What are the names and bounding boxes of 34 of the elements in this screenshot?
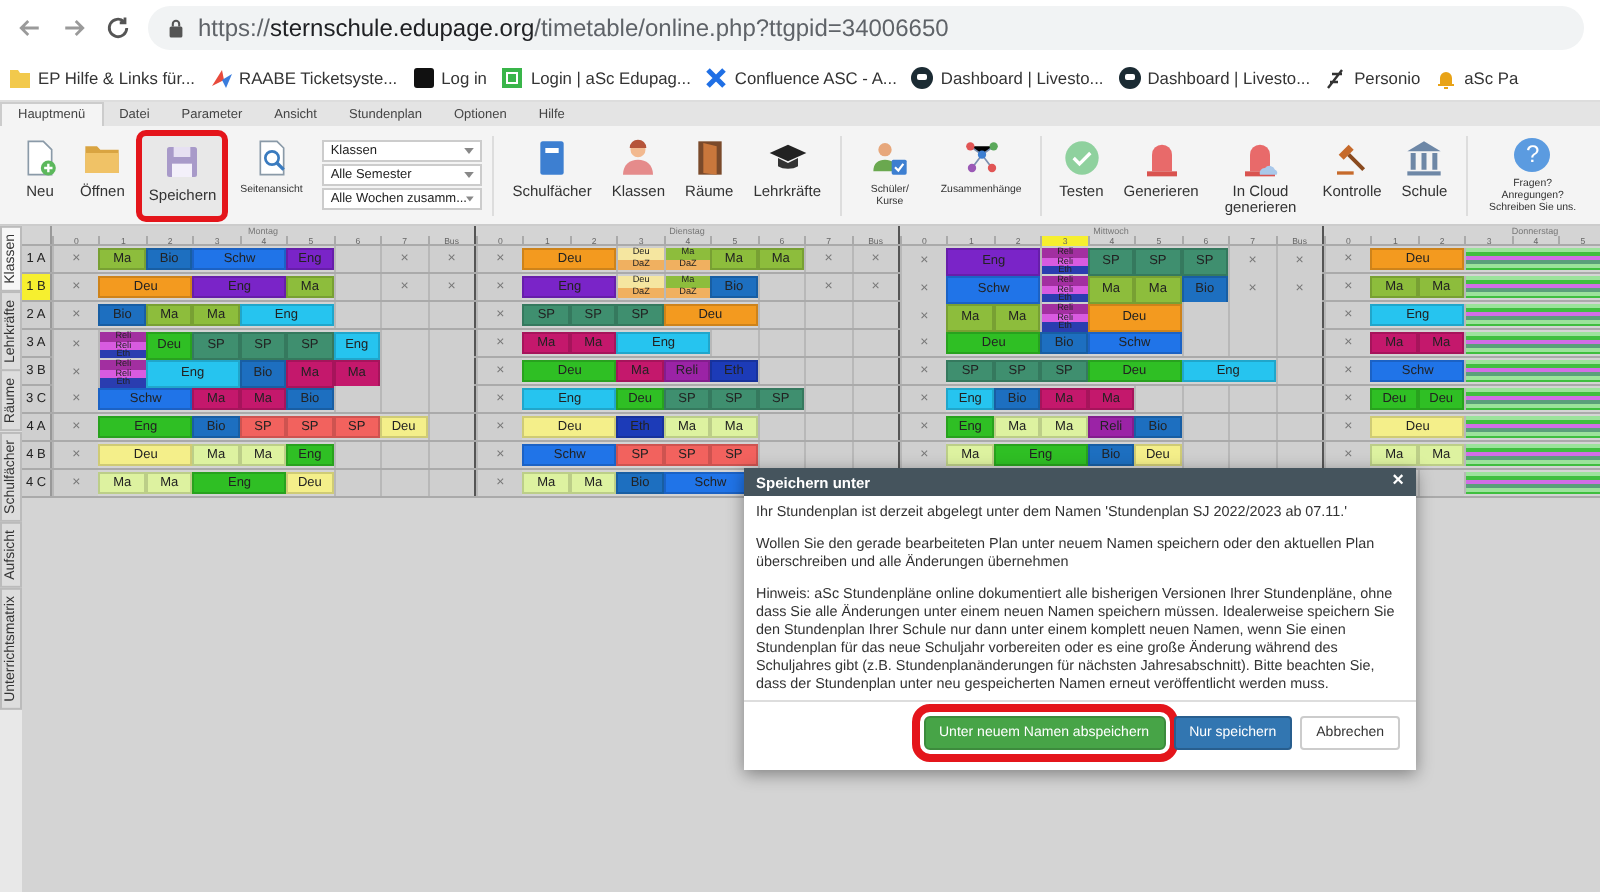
bookmark-link[interactable]: Login | aSc Edupag... xyxy=(500,66,691,90)
caret-icon xyxy=(464,148,475,154)
network-icon xyxy=(961,137,1002,177)
dark-circle-icon xyxy=(910,66,935,90)
caret-icon xyxy=(466,196,475,202)
colorful-logo-icon xyxy=(209,66,234,90)
reload-icon[interactable] xyxy=(104,14,132,42)
bookmark-link[interactable]: Confluence ASC - A... xyxy=(704,66,897,90)
folder-icon xyxy=(8,66,32,90)
dark-circle-icon xyxy=(1117,66,1142,90)
person-checkbox-icon xyxy=(869,137,910,177)
cross-logo-icon xyxy=(704,66,729,90)
close-button[interactable]: × xyxy=(1392,472,1404,492)
url-text: https://sternschule.edupage.org/timetable/online.php?ttgpid=34006650 xyxy=(198,14,949,42)
checkmark-circle-icon xyxy=(1061,137,1102,177)
help-icon: ? xyxy=(1514,137,1551,171)
bookmark-link[interactable]: aSc Pa xyxy=(1434,66,1519,90)
address-bar[interactable]: https://sternschule.edupage.org/timetable/online.php?ttgpid=34006650 xyxy=(148,6,1584,50)
bookmark-link[interactable]: EP Hilfe & Links für... xyxy=(8,66,196,90)
bookmark-link[interactable]: RAABE Ticketsyste... xyxy=(209,66,398,90)
bookmark-link[interactable]: Dashboard | Livesto... xyxy=(1117,66,1311,90)
columns-building-icon xyxy=(1404,137,1445,177)
forward-icon[interactable] xyxy=(60,14,88,42)
bookmark-link[interactable]: Log in xyxy=(411,66,487,90)
rounded-square-icon xyxy=(411,66,436,90)
pen-logo-icon xyxy=(1324,66,1349,90)
bell-icon xyxy=(1434,66,1459,90)
bookmark-link[interactable]: Personio xyxy=(1324,66,1421,90)
bookmark-link[interactable]: Dashboard | Livesto... xyxy=(910,66,1104,90)
back-icon[interactable] xyxy=(16,14,44,42)
person-icon xyxy=(618,137,659,177)
lock-icon xyxy=(168,18,184,38)
caret-icon xyxy=(464,172,475,178)
nested-square-icon xyxy=(500,66,525,90)
